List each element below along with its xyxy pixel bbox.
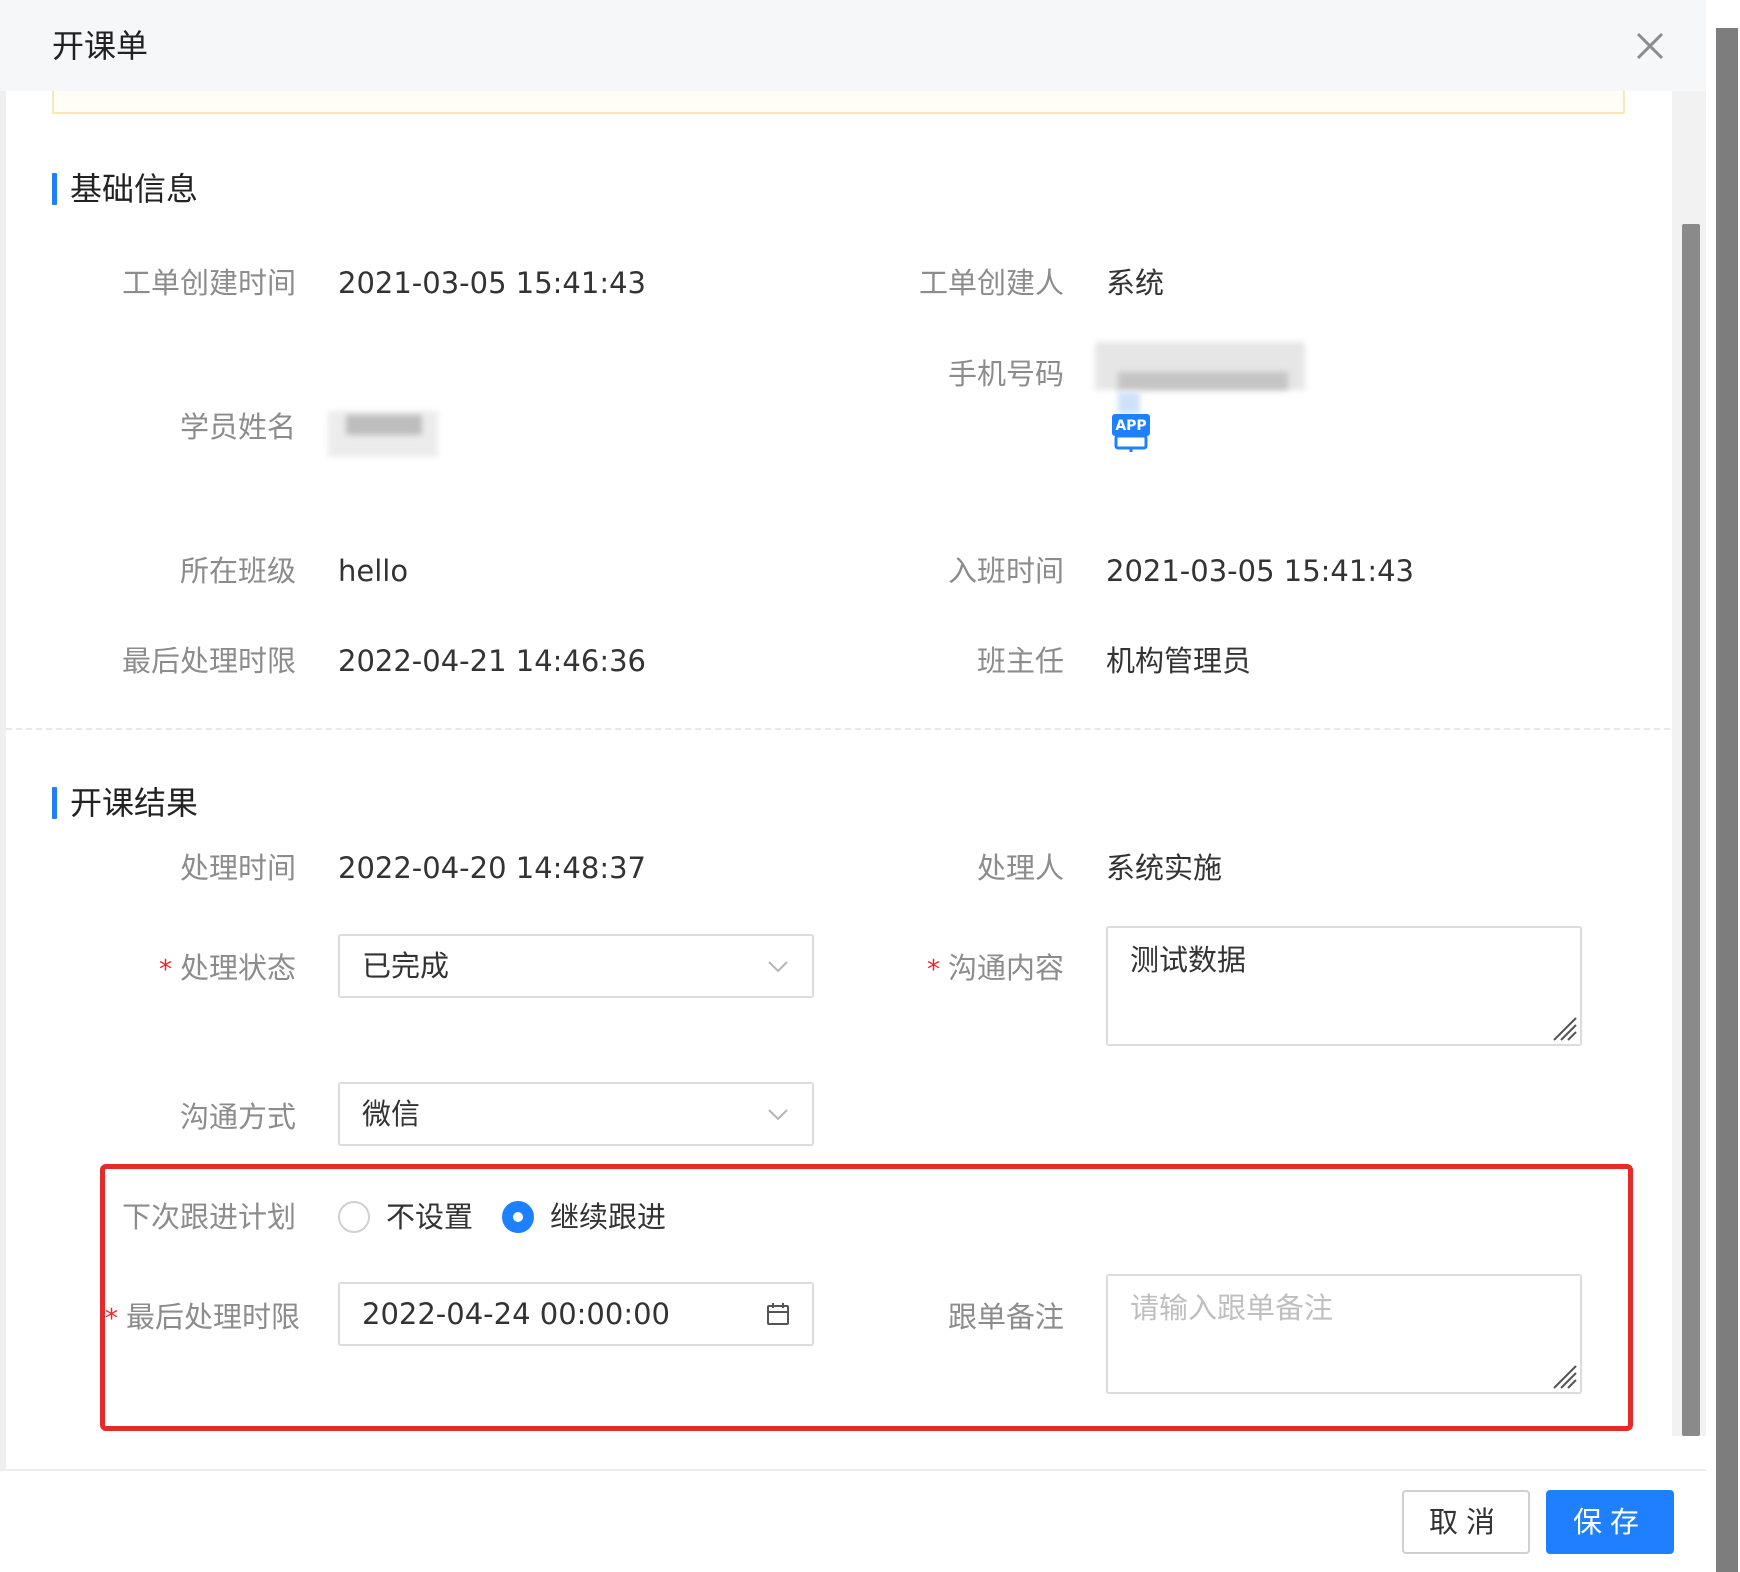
- status-label: * 处理状态: [0, 948, 296, 990]
- plan-radio-none-label[interactable]: 不设置: [386, 1197, 473, 1237]
- plan-label: 下次跟进计划: [121, 1200, 296, 1234]
- section-divider: [6, 728, 1670, 730]
- phone-label: 手机号码: [947, 357, 1064, 391]
- plan-radio-follow-label[interactable]: 继续跟进: [550, 1197, 666, 1237]
- content-textarea[interactable]: 测试数据: [1106, 926, 1582, 1046]
- scrollbar-edge: [1716, 28, 1738, 1572]
- method-select-value: 微信: [362, 1097, 421, 1131]
- close-icon[interactable]: [1632, 28, 1668, 64]
- app-device-icon: APP: [1112, 414, 1150, 452]
- dialog-title: 开课单: [52, 27, 149, 65]
- required-mark: *: [104, 1304, 118, 1334]
- remark-label: 跟单备注: [947, 1300, 1064, 1334]
- save-button[interactable]: 保存: [1546, 1490, 1674, 1554]
- phone-mask-tint: [1118, 392, 1140, 414]
- next-deadline-label-text: 最后处理时限: [125, 1300, 300, 1334]
- plan-radio-none[interactable]: [338, 1201, 370, 1233]
- cancel-button[interactable]: 取消: [1402, 1490, 1530, 1554]
- section-title-result: 开课结果: [52, 783, 198, 823]
- create-time-label: 工单创建时间: [121, 266, 296, 300]
- content-label-text: 沟通内容: [947, 951, 1064, 985]
- dialog-header: 开课单: [0, 0, 1706, 91]
- method-select[interactable]: 微信: [338, 1082, 814, 1146]
- status-label-text: 处理状态: [179, 951, 296, 985]
- resize-handle-icon[interactable]: [1550, 1362, 1578, 1390]
- course-order-dialog: 开课单 基础信息 工单创建时间 2021-03-05 15:41:43 工单创建…: [0, 0, 1740, 1572]
- method-label: 沟通方式: [179, 1100, 296, 1134]
- teacher-value: 机构管理员: [1106, 644, 1252, 678]
- deadline-value: 2022-04-21 14:46:36: [338, 644, 646, 678]
- creator-value: 系统: [1106, 266, 1165, 300]
- handler-label: 处理人: [976, 851, 1064, 885]
- handle-time-value: 2022-04-20 14:48:37: [338, 851, 646, 885]
- handle-time-label: 处理时间: [179, 851, 296, 885]
- chevron-down-icon: [768, 1109, 788, 1121]
- next-deadline-value: 2022-04-24 00:00:00: [362, 1297, 670, 1331]
- resize-handle-icon[interactable]: [1550, 1014, 1578, 1042]
- remark-textarea[interactable]: 请输入跟单备注: [1106, 1274, 1582, 1394]
- notice-strip: [52, 91, 1625, 114]
- next-deadline-label: * 最后处理时限: [0, 1297, 300, 1339]
- create-time-value: 2021-03-05 15:41:43: [338, 266, 646, 300]
- required-mark: *: [158, 955, 172, 985]
- class-value: hello: [338, 554, 409, 588]
- join-time-value: 2021-03-05 15:41:43: [1106, 554, 1414, 588]
- creator-label: 工单创建人: [918, 266, 1064, 300]
- phone-value-masked-dark: [1118, 372, 1288, 390]
- content-textarea-value: 测试数据: [1130, 943, 1247, 977]
- student-name-label: 学员姓名: [179, 410, 296, 444]
- scrollbar-thumb[interactable]: [1682, 224, 1700, 1436]
- content-label: * 沟通内容: [700, 948, 1064, 990]
- teacher-label: 班主任: [976, 644, 1064, 678]
- plan-radio-follow[interactable]: [502, 1201, 534, 1233]
- handler-value: 系统实施: [1106, 851, 1223, 885]
- svg-text:APP: APP: [1115, 418, 1146, 434]
- join-time-label: 入班时间: [947, 554, 1064, 588]
- student-name-masked-dark: [346, 415, 422, 435]
- required-mark: *: [926, 955, 940, 985]
- section-title-basic: 基础信息: [52, 169, 198, 209]
- status-select-value: 已完成: [362, 949, 450, 983]
- remark-placeholder: 请输入跟单备注: [1130, 1291, 1334, 1325]
- deadline-label: 最后处理时限: [121, 644, 296, 678]
- class-label: 所在班级: [179, 554, 296, 588]
